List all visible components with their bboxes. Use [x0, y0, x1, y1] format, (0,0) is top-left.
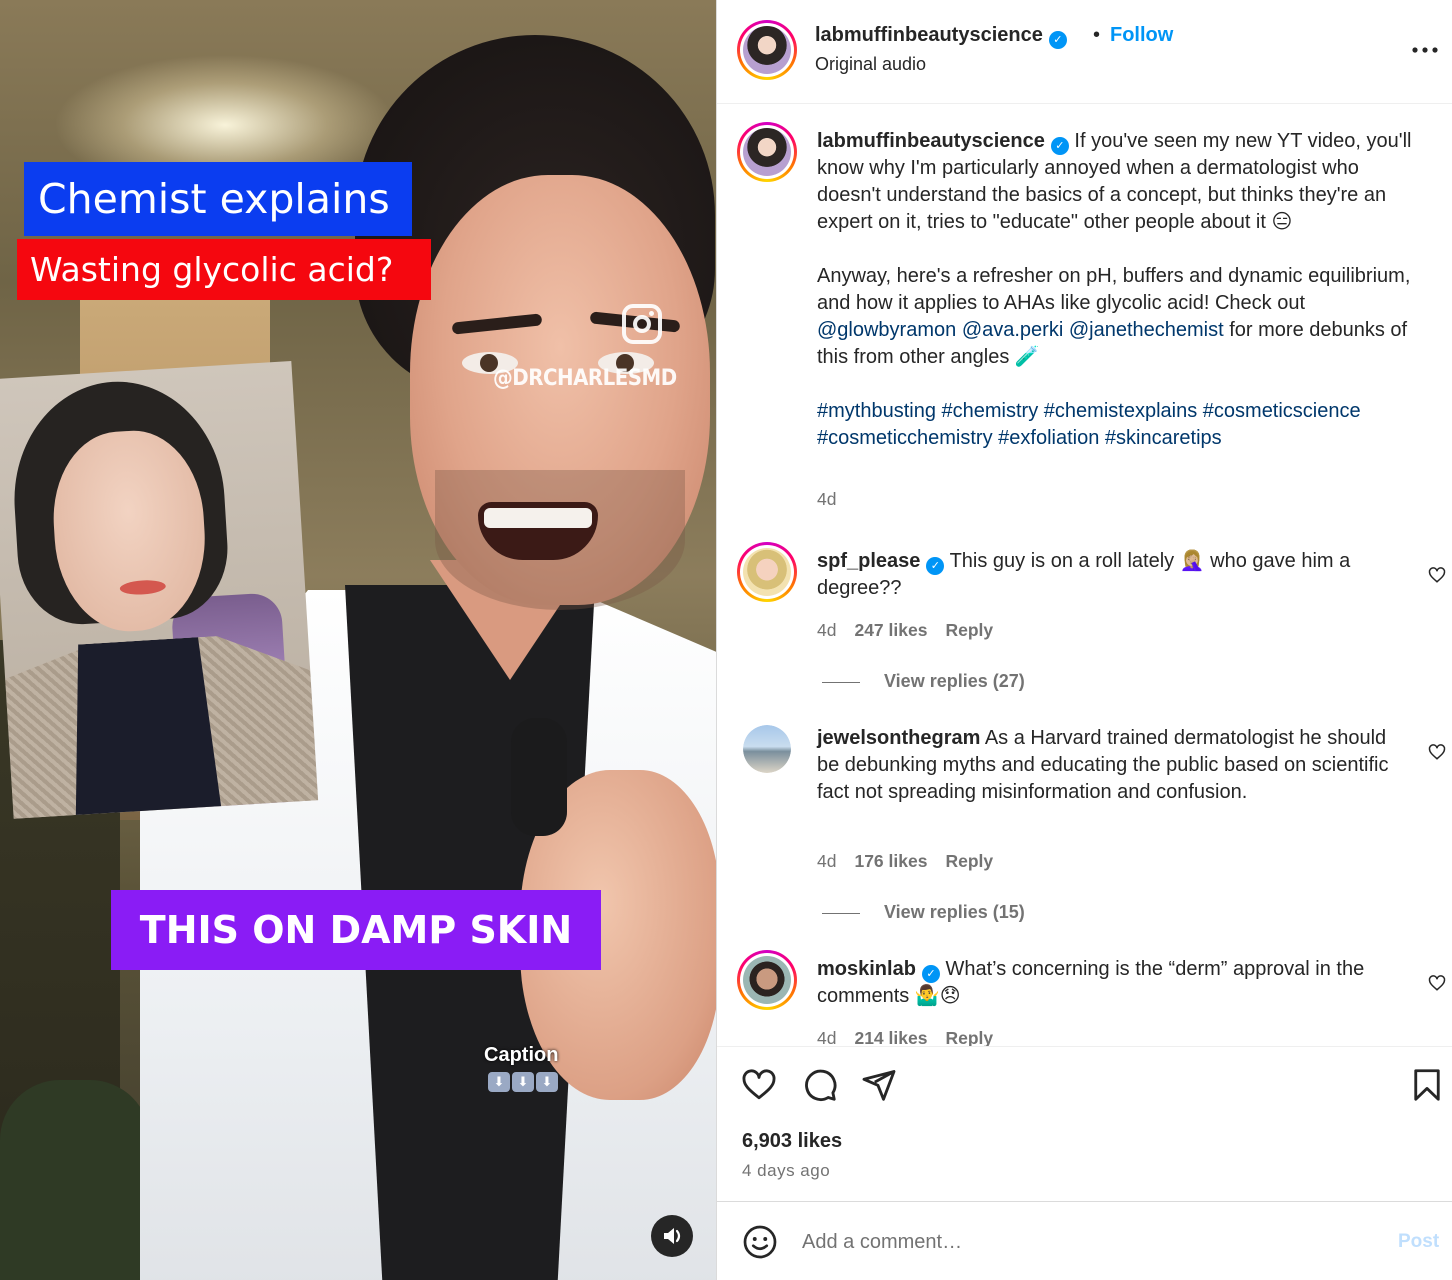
audio-toggle-button[interactable]	[651, 1215, 693, 1257]
reel-video[interactable]: Chemist explains Wasting glycolic acid? …	[0, 0, 716, 1280]
emoji-icon[interactable]	[742, 1224, 778, 1260]
down-arrow-icon: ⬇	[536, 1072, 558, 1092]
author-username-link[interactable]: labmuffinbeautyscience ✓	[815, 24, 1067, 49]
caption-emoji-2: 🧪	[1014, 346, 1040, 368]
avatar-image	[743, 26, 791, 74]
comment-time: 4d	[817, 1028, 837, 1046]
comment-likes[interactable]: 176 likes	[854, 851, 927, 871]
mention-link[interactable]: @janethechemist	[1069, 319, 1224, 341]
comment-text: jewelsonthegram As a Harvard trained der…	[817, 725, 1402, 806]
comment-time: 4d	[817, 620, 837, 640]
speaker-icon	[664, 1228, 681, 1244]
avatar-image	[743, 128, 791, 176]
post-date[interactable]: 4 days ago	[742, 1161, 830, 1181]
avatar-image	[743, 548, 791, 596]
post-comment-button[interactable]: Post	[1398, 1231, 1439, 1253]
caption-emoji-1: 😑	[1271, 211, 1293, 233]
caption-arrows: ⬇ ⬇ ⬇	[488, 1072, 558, 1092]
caption-avatar[interactable]	[737, 122, 797, 182]
comment-icon[interactable]	[802, 1067, 838, 1103]
creator-watermark: @DRCHARLESMD	[493, 366, 677, 391]
more-options-button[interactable]	[1411, 38, 1441, 62]
caption-text: labmuffinbeautyscience ✓ If you've seen m…	[817, 128, 1425, 452]
instagram-logo-icon	[622, 304, 662, 344]
author-avatar[interactable]	[737, 20, 797, 80]
like-comment-heart-icon[interactable]	[1428, 566, 1446, 584]
avatar-image	[743, 956, 791, 1004]
comment-meta: 4d 176 likes Reply	[817, 851, 993, 872]
commenter-avatar[interactable]	[737, 950, 797, 1010]
caption-timestamp: 4d	[817, 489, 837, 509]
post-actions-bar: 6,903 likes 4 days ago	[717, 1046, 1452, 1201]
hashtag-link[interactable]: #mythbusting	[817, 400, 936, 422]
reply-button[interactable]: Reply	[945, 851, 993, 871]
down-arrow-icon: ⬇	[512, 1072, 534, 1092]
comment-time: 4d	[817, 851, 837, 871]
verified-badge-icon: ✓	[921, 965, 940, 983]
hashtag-link[interactable]: #chemistexplains	[1044, 400, 1197, 422]
comment-text: spf_please ✓ This guy is on a roll lately…	[817, 548, 1402, 602]
commenter-avatar[interactable]	[743, 725, 791, 773]
comment-likes[interactable]: 247 likes	[854, 620, 927, 640]
background-chair	[0, 1080, 150, 1280]
hashtag-link[interactable]: #chemistry	[942, 400, 1039, 422]
comment-text: moskinlab ✓ What’s concerning is the “der…	[817, 956, 1402, 1010]
reply-button[interactable]: Reply	[945, 620, 993, 640]
share-icon[interactable]	[861, 1067, 897, 1103]
caption-label: Caption	[484, 1044, 559, 1066]
caption-username[interactable]: labmuffinbeautyscience	[817, 130, 1045, 152]
heart-icon[interactable]	[741, 1067, 777, 1103]
hashtag-link[interactable]: #skincaretips	[1105, 427, 1222, 449]
video-title-line-1: Chemist explains	[24, 162, 412, 236]
video-title-line-2: Wasting glycolic acid?	[17, 239, 431, 300]
inset-shirt	[63, 636, 225, 819]
like-comment-heart-icon[interactable]	[1428, 974, 1446, 992]
hashtag-link[interactable]: #exfoliation	[998, 427, 1099, 449]
more-horizontal-icon	[1412, 47, 1438, 53]
comment-meta: 4d 214 likes Reply	[817, 1028, 993, 1046]
hashtag-link[interactable]: #cosmeticchemistry	[817, 427, 993, 449]
comment-composer: Post	[717, 1201, 1452, 1280]
caption-body-2: Anyway, here's a refresher on pH, buffer…	[817, 265, 1411, 314]
commenter-username[interactable]: spf_please	[817, 550, 920, 572]
audio-link[interactable]: Original audio	[815, 54, 926, 75]
view-replies-button[interactable]: View replies (27)	[822, 671, 1025, 692]
follow-button[interactable]: Follow	[1110, 24, 1173, 47]
verified-badge-icon: ✓	[1048, 31, 1067, 49]
hashtag-link[interactable]: #cosmeticscience	[1203, 400, 1361, 422]
mention-link[interactable]: @glowbyramon	[817, 319, 956, 341]
comments-scroll-area[interactable]: labmuffinbeautyscience ✓ If you've seen m…	[717, 105, 1452, 1046]
likes-count[interactable]: 6,903 likes	[742, 1130, 842, 1153]
down-arrow-icon: ⬇	[488, 1072, 510, 1092]
post-side-panel: labmuffinbeautyscience ✓ • Follow Origina…	[716, 0, 1452, 1280]
microphone	[511, 718, 567, 836]
mention-link[interactable]: @ava.perki	[962, 319, 1063, 341]
commenter-avatar[interactable]	[737, 542, 797, 602]
bookmark-icon[interactable]	[1409, 1067, 1445, 1103]
author-username[interactable]: labmuffinbeautyscience	[815, 24, 1043, 46]
like-comment-heart-icon[interactable]	[1428, 743, 1446, 761]
verified-badge-icon: ✓	[1050, 137, 1069, 155]
comment-likes[interactable]: 214 likes	[854, 1028, 927, 1046]
comment-input[interactable]	[802, 1222, 1362, 1262]
commenter-username[interactable]: jewelsonthegram	[817, 727, 980, 749]
view-replies-button[interactable]: View replies (15)	[822, 902, 1025, 923]
reaction-inset	[0, 360, 319, 819]
post-header: labmuffinbeautyscience ✓ • Follow Origina…	[717, 0, 1452, 104]
commenter-username[interactable]: moskinlab	[817, 958, 916, 980]
avatar-image	[743, 725, 791, 773]
header-separator: •	[1093, 24, 1101, 46]
video-overlay-caption: THIS ON DAMP SKIN	[111, 890, 601, 970]
verified-badge-icon: ✓	[926, 557, 945, 575]
comment-meta: 4d 247 likes Reply	[817, 620, 993, 641]
reply-button[interactable]: Reply	[945, 1028, 993, 1046]
